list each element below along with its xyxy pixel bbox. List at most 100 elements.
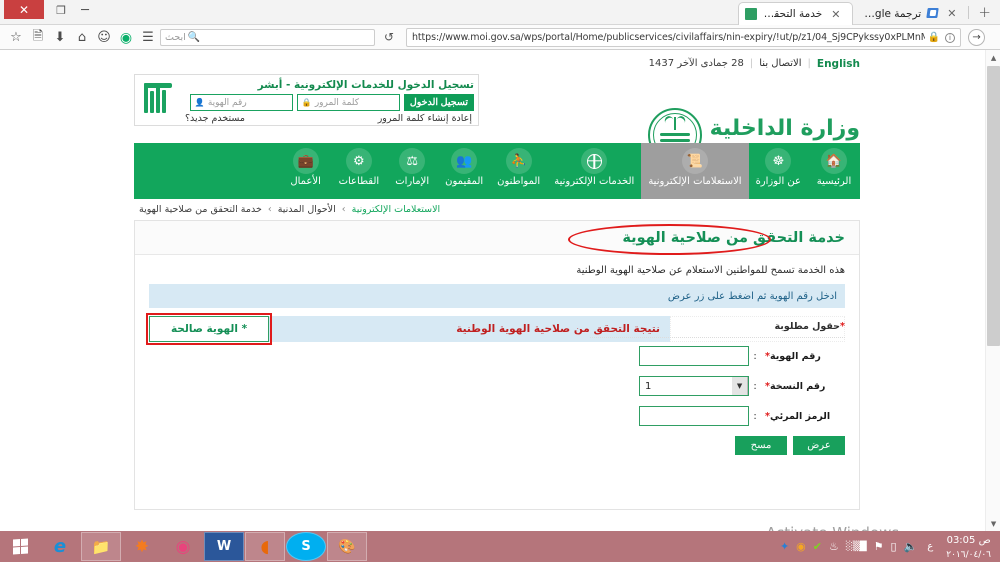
browser-tab-moi-service[interactable]: ✕ خدمة التحقق من صلاح...: [738, 2, 854, 25]
new-tab-button[interactable]: +: [969, 5, 1000, 20]
nav-item-sectors[interactable]: ⚙ القطاعات: [332, 143, 387, 199]
internet-explorer-icon[interactable]: e: [40, 532, 80, 561]
clear-button[interactable]: مسح: [735, 436, 787, 455]
address-bar[interactable]: https://www.moi.gov.sa/wps/portal/Home/p…: [406, 28, 961, 47]
home-icon[interactable]: ⌂: [71, 27, 93, 49]
network-icon[interactable]: ♨: [829, 540, 839, 553]
new-user-link[interactable]: مستخدم جديد؟: [185, 113, 245, 124]
nav-item-e-services[interactable]: الخدمات الإلكترونية: [547, 143, 641, 199]
page-scrollbar[interactable]: ▲ ▼: [985, 50, 1000, 531]
utility-divider: |: [807, 58, 811, 69]
menu-icon[interactable]: ☰: [137, 27, 159, 49]
form-row-copy-number: رقم النسخة* : ▼ 1: [590, 376, 845, 396]
window-close-button[interactable]: ✕: [4, 0, 44, 19]
search-placeholder: ابحث: [165, 32, 186, 43]
nav-item-business[interactable]: 💼 الأعمال: [280, 143, 332, 199]
scroll-up-icon[interactable]: ▲: [986, 50, 1000, 65]
skype-icon[interactable]: S: [286, 532, 326, 561]
login-submit-button[interactable]: تسجيل الدخول: [403, 94, 474, 111]
reader-icon[interactable]: 🗎: [27, 27, 49, 49]
label-text: الرمز المرئي: [769, 410, 831, 422]
browser-tab-strip: + ✕ ترجمة Google ✕ خدمة التحقق من صلاح..…: [738, 0, 1000, 25]
maxthon-browser-icon[interactable]: ◉: [163, 532, 203, 561]
volume-icon[interactable]: 🔈: [904, 540, 918, 553]
submit-button[interactable]: عرض: [793, 436, 845, 455]
page-info-icon[interactable]: i: [945, 32, 955, 43]
toolbar-icon-group: ☰ ◉ ☺ ⌂ ⬇ 🗎 ☆: [0, 25, 159, 50]
login-form: تسجيل الدخول للخدمات الإلكترونية - أبشر …: [179, 75, 478, 125]
field-colon: :: [753, 350, 757, 362]
service-panel: خدمة التحقق من صلاحية الهوية هذه الخدمة …: [134, 220, 860, 510]
reset-password-link[interactable]: إعادة إنشاء كلمة المرور: [378, 113, 472, 124]
tab-close-icon[interactable]: ✕: [827, 9, 844, 20]
battery-icon[interactable]: ▯: [891, 540, 897, 553]
copy-number-select[interactable]: ▼ 1: [639, 376, 749, 396]
nav-item-residents[interactable]: 👥 المقيمون: [438, 143, 490, 199]
search-input[interactable]: ابحث 🔍: [160, 29, 375, 46]
nav-label: الرئيسية: [816, 176, 852, 187]
breadcrumb-parent[interactable]: الأحوال المدنية: [278, 204, 336, 215]
scrollbar-thumb[interactable]: [987, 66, 1000, 346]
flag-icon[interactable]: ⚑: [874, 540, 884, 553]
breadcrumb-root[interactable]: الاستعلامات الإلكترونية: [352, 204, 441, 215]
browser-tab-google-translate[interactable]: ✕ ترجمة Google: [853, 2, 968, 25]
go-button[interactable]: →: [968, 29, 985, 46]
login-title: تسجيل الدخول للخدمات الإلكترونية - أبشر: [257, 79, 474, 91]
tab-divider: [968, 6, 970, 19]
window-title-bar: ✕ ❐ ─ + ✕ ترجمة Google ✕ خدمة التحقق من …: [0, 0, 1000, 25]
nav-item-about-ministry[interactable]: ☸ عن الوزارة: [749, 143, 808, 199]
firefox-icon[interactable]: ◖: [245, 532, 285, 561]
watermark-title: Activate Windows: [766, 524, 981, 531]
field-colon: :: [753, 380, 757, 392]
form-row-captcha: الرمز المرئي* :: [590, 406, 845, 426]
inquiry-icon: 📜: [681, 148, 708, 174]
absher-logo-icon: [135, 75, 179, 125]
page-viewport: English | الاتصال بنا | 28 جمادى الآخر 1…: [0, 50, 1000, 531]
tab-close-icon[interactable]: ✕: [943, 8, 960, 19]
nav-item-home[interactable]: 🏠 الرئيسية: [808, 143, 860, 199]
download-icon[interactable]: ⬇: [49, 27, 71, 49]
scroll-down-icon[interactable]: ▼: [986, 516, 1000, 531]
captcha-input[interactable]: [639, 406, 749, 426]
shield-icon[interactable]: ◉: [115, 27, 137, 49]
window-restore-button[interactable]: ❐: [50, 0, 72, 20]
reload-button[interactable]: ↺: [384, 30, 394, 44]
window-minimize-button[interactable]: ─: [74, 0, 96, 20]
password-field[interactable]: 🔒 كلمة المرور: [296, 94, 400, 111]
page-content: English | الاتصال بنا | 28 جمادى الآخر 1…: [125, 50, 860, 531]
contact-us-link[interactable]: الاتصال بنا: [759, 58, 801, 69]
system-tray: ✦ ◉ ✔ ♨ ░▒█ ⚑ ▯ 🔈 ع 03:05 ص ٢٠١٦/٠٤/٠٦: [780, 531, 1000, 562]
chevron-down-icon: ▼: [732, 377, 748, 395]
label-text: رقم الهوية: [769, 350, 821, 362]
nav-item-e-inquiries[interactable]: 📜 الاستعلامات الإلكترونية: [641, 143, 749, 199]
nav-item-citizens[interactable]: ⛹ المواطنون: [490, 143, 547, 199]
breadcrumb-current: خدمة التحقق من صلاحية الهوية: [139, 204, 262, 215]
required-star: *: [840, 321, 845, 332]
language-switch-english[interactable]: English: [817, 58, 860, 70]
update-icon[interactable]: ◉: [796, 540, 806, 553]
lock-icon: 🔒: [301, 98, 312, 107]
instruction-strip: ادخل رقم الهوية ثم اضغط على زر عرض: [149, 284, 845, 308]
national-id-field[interactable]: 👤 رقم الهوية: [189, 94, 293, 111]
browser-toolbar: ☰ ◉ ☺ ⌂ ⬇ 🗎 ☆ ابحث 🔍 ↺ https://www.moi.g…: [0, 25, 1000, 50]
word-icon[interactable]: W: [204, 532, 244, 561]
paint-icon[interactable]: 🎨: [327, 532, 367, 561]
bookmark-star-icon[interactable]: ☆: [5, 27, 27, 49]
avast-icon[interactable]: ✸: [122, 532, 162, 561]
nav-item-emirates[interactable]: ⚖ الإمارات: [386, 143, 438, 199]
smiley-icon[interactable]: ☺: [93, 27, 115, 49]
antivirus-icon[interactable]: ✔: [813, 540, 822, 553]
bluetooth-icon[interactable]: ✦: [780, 540, 789, 553]
tab-title: خدمة التحقق من صلاح...: [762, 8, 823, 20]
language-indicator[interactable]: ع: [927, 541, 933, 552]
signal-icon[interactable]: ░▒█: [846, 542, 867, 552]
clock[interactable]: 03:05 ص ٢٠١٦/٠٤/٠٦: [943, 532, 994, 561]
start-button[interactable]: [0, 531, 40, 562]
windows-taskbar: e 📁 ✸ ◉ W ◖ S 🎨 ✦ ◉ ✔ ♨ ░▒█ ⚑ ▯ 🔈 ع 03:0…: [0, 531, 1000, 562]
field-colon: :: [753, 410, 757, 422]
national-id-input[interactable]: [639, 346, 749, 366]
file-explorer-icon[interactable]: 📁: [81, 532, 121, 561]
nav-label: الخدمات الإلكترونية: [554, 176, 635, 187]
citizen-icon: ⛹: [505, 148, 532, 174]
clock-date: ٢٠١٦/٠٤/٠٦: [946, 550, 991, 560]
